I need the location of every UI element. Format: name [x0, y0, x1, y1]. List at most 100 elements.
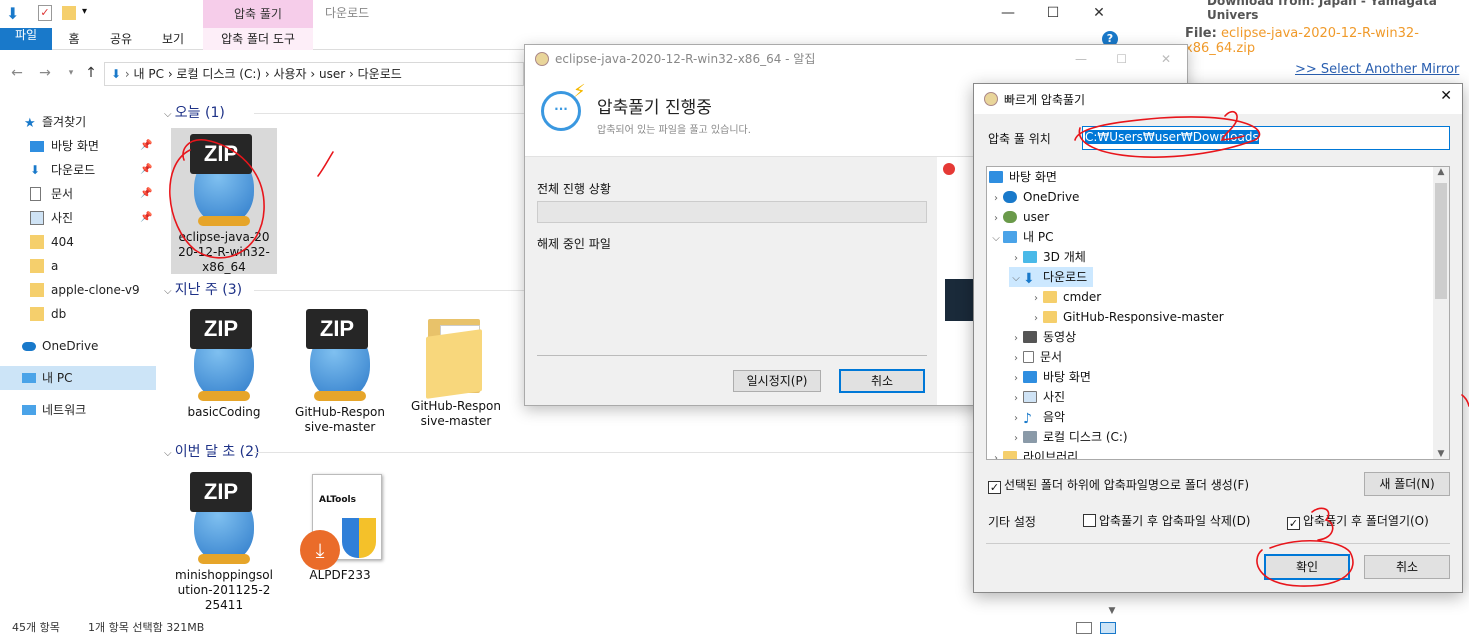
sidebar-item-apple-clone[interactable]: apple-clone-v9 [0, 278, 156, 302]
tree-node[interactable]: › 로컬 디스크 (C:) [1009, 427, 1128, 447]
tab-file[interactable]: 파일 [0, 28, 52, 50]
sidebar-item-db[interactable]: db [0, 302, 156, 326]
tab-compressed-tools[interactable]: 압축 폴더 도구 [203, 28, 313, 50]
file-link[interactable]: eclipse-java-2020-12-R-win32-x86_64.zip [1185, 26, 1419, 56]
tree-node[interactable]: › cmder [1029, 287, 1101, 307]
document-icon [30, 187, 41, 201]
tree-node[interactable]: › 3D 개체 [1009, 247, 1086, 267]
window-title: 다운로드 [325, 6, 370, 20]
current-file-label: 해제 중인 파일 [537, 237, 611, 251]
sidebar-item-a[interactable]: a [0, 254, 156, 278]
zip-file-icon: ZIP [304, 309, 376, 401]
qat-dropdown-icon[interactable]: ▾ [82, 6, 87, 17]
tree-node[interactable]: › 바탕 화면 [1009, 367, 1091, 387]
close-icon[interactable]: ✕ [1161, 45, 1171, 73]
download-path-icon: ⬇ [111, 67, 122, 81]
open-folder-checkbox[interactable]: ✓ 압축풀기 후 폴더열기(O) [1287, 512, 1429, 530]
down-arrow-icon[interactable]: ⬇ [6, 4, 19, 23]
tree-node[interactable]: › 문서 [1009, 347, 1062, 367]
cancel-button[interactable]: 취소 [1364, 555, 1450, 579]
sidebar-item-404[interactable]: 404 [0, 230, 156, 254]
overall-progress-label: 전체 진행 상황 [537, 182, 611, 196]
tree-node[interactable]: › 라이브러리 [989, 447, 1078, 459]
tree-node[interactable]: › OneDrive [989, 187, 1079, 207]
tree-node[interactable]: › user [989, 207, 1049, 227]
file-name: GitHub-Responsive-master [295, 405, 385, 434]
tree-node[interactable]: › 동영상 [1009, 327, 1076, 347]
file-item[interactable]: ZIP basicCoding [171, 303, 277, 420]
progress-subheading: 압축되어 있는 파일을 풀고 있습니다. [597, 125, 751, 136]
folder-item[interactable]: GitHub-Responsive-master [403, 303, 509, 429]
pc-icon [22, 373, 36, 383]
dialog-title: eclipse-java-2020-12-R-win32-x86_64 - 알집 [555, 52, 816, 66]
tree-node[interactable]: › 사진 [1009, 387, 1065, 407]
tab-home[interactable]: 홈 [58, 28, 90, 50]
file-item[interactable]: ZIP GitHub-Responsive-master [287, 303, 393, 435]
file-item[interactable]: ZIP minishoppingsolution-201125-225411 [171, 466, 277, 613]
item-count: 45개 항목 [12, 621, 60, 634]
download-icon: ⬇ [30, 163, 41, 177]
maximize-icon[interactable]: ☐ [1116, 45, 1127, 73]
group-header-last-week[interactable]: ⌵ 지난 주 (3) [164, 279, 1044, 301]
sidebar-item-network[interactable]: 네트워크 [0, 398, 156, 422]
tree-node[interactable]: ⌵ 내 PC [989, 227, 1053, 247]
status-bar: 45개 항목 1개 항목 선택함 321MB [0, 620, 1123, 636]
sidebar-item-this-pc[interactable]: 내 PC [0, 366, 156, 390]
recent-dropdown-icon[interactable]: ▾ [60, 64, 82, 82]
navigation-pane: ★ 즐겨찾기 바탕 화면 📌 ⬇ 다운로드 📌 문서 📌 사진 📌 404 a apple-… [0, 108, 156, 628]
other-settings-label: 기타 설정 [988, 515, 1036, 529]
progress-bar [537, 201, 927, 223]
minimize-icon[interactable]: — [1075, 45, 1087, 73]
close-icon[interactable]: ✕ [1076, 0, 1122, 28]
tab-view[interactable]: 보기 [152, 28, 194, 50]
sidebar-item-onedrive[interactable]: OneDrive [0, 334, 156, 358]
group-header-today[interactable]: ⌵ 오늘 (1) [164, 102, 1023, 124]
tab-extract-context[interactable]: 압축 풀기 [203, 0, 313, 28]
select-mirror-link[interactable]: >> Select Another Mirror [1295, 62, 1459, 77]
pin-icon[interactable]: 📌 [140, 206, 152, 230]
close-icon[interactable]: ✕ [1440, 88, 1452, 104]
pin-icon[interactable]: 📌 [140, 182, 152, 206]
sidebar-item-downloads[interactable]: ⬇ 다운로드 📌 [0, 158, 156, 182]
location-input[interactable]: C:₩Users₩user₩Downloads [1082, 126, 1450, 150]
ok-button[interactable]: 확인 [1264, 554, 1350, 580]
sidebar-item-desktop[interactable]: 바탕 화면 📌 [0, 134, 156, 158]
details-view-icon[interactable] [1076, 622, 1092, 634]
file-item[interactable]: ALTools ⤓ ALPDF233 [287, 466, 393, 583]
sidebar-item-pictures[interactable]: 사진 📌 [0, 206, 156, 230]
tree-scrollbar[interactable]: ▲ ▼ [1433, 167, 1449, 459]
folder-icon [1043, 291, 1057, 303]
group-header-this-month[interactable]: ⌵ 이번 달 초 (2) [164, 441, 1064, 463]
cloud-icon [1003, 191, 1017, 203]
folder-icon [30, 235, 44, 249]
new-folder-button[interactable]: 새 폴더(N) [1364, 472, 1450, 496]
video-icon [1023, 331, 1037, 343]
create-folder-checkbox[interactable]: ✓ 선택된 폴더 하위에 압축파일명으로 폴더 생성(F) [988, 476, 1249, 494]
dialog-title: 빠르게 압축풀기 [1004, 93, 1086, 107]
up-icon[interactable]: ↑ [80, 64, 102, 82]
star-icon: ★ [24, 116, 36, 131]
tree-node[interactable]: › ♪ 음악 [1009, 407, 1065, 427]
pause-button[interactable]: 일시정지(P) [733, 370, 821, 392]
tree-node-selected[interactable]: ⌵ ⬇ 다운로드 [1009, 267, 1094, 287]
tab-share[interactable]: 공유 [100, 28, 142, 50]
sidebar-item-documents[interactable]: 문서 📌 [0, 182, 156, 206]
minimize-icon[interactable]: — [985, 0, 1031, 28]
cancel-button[interactable]: 취소 [839, 369, 925, 393]
folder-icon [30, 307, 44, 321]
maximize-icon[interactable]: ☐ [1030, 0, 1076, 28]
pin-icon[interactable]: 📌 [140, 158, 152, 182]
breadcrumb[interactable]: ⬇ › 내 PC › 로컬 디스크 (C:) › 사용자 › user › 다운… [104, 62, 524, 86]
delete-after-checkbox[interactable]: 압축풀기 후 압축파일 삭제(D) [1083, 512, 1251, 529]
sidebar-item-quick-access[interactable]: ★ 즐겨찾기 [0, 110, 156, 134]
pin-icon[interactable]: 📌 [140, 134, 152, 158]
folder-tree[interactable]: 바탕 화면 › OneDrive › user ⌵ 내 PC › 3D 개체 ⌵ ⬇ 다운로… [986, 166, 1450, 460]
large-icons-view-icon[interactable] [1100, 622, 1116, 634]
checklist-icon[interactable]: ✓ [38, 5, 52, 21]
tree-node[interactable]: 바탕 화면 [989, 167, 1057, 187]
file-item[interactable]: ZIP eclipse-java-2020-12-R-win32-x86_64 [171, 128, 277, 274]
forward-icon[interactable]: → [34, 64, 56, 82]
folder-icon[interactable] [62, 6, 76, 20]
tree-node[interactable]: › GitHub-Responsive-master [1029, 307, 1224, 327]
back-icon[interactable]: ← [6, 64, 28, 82]
